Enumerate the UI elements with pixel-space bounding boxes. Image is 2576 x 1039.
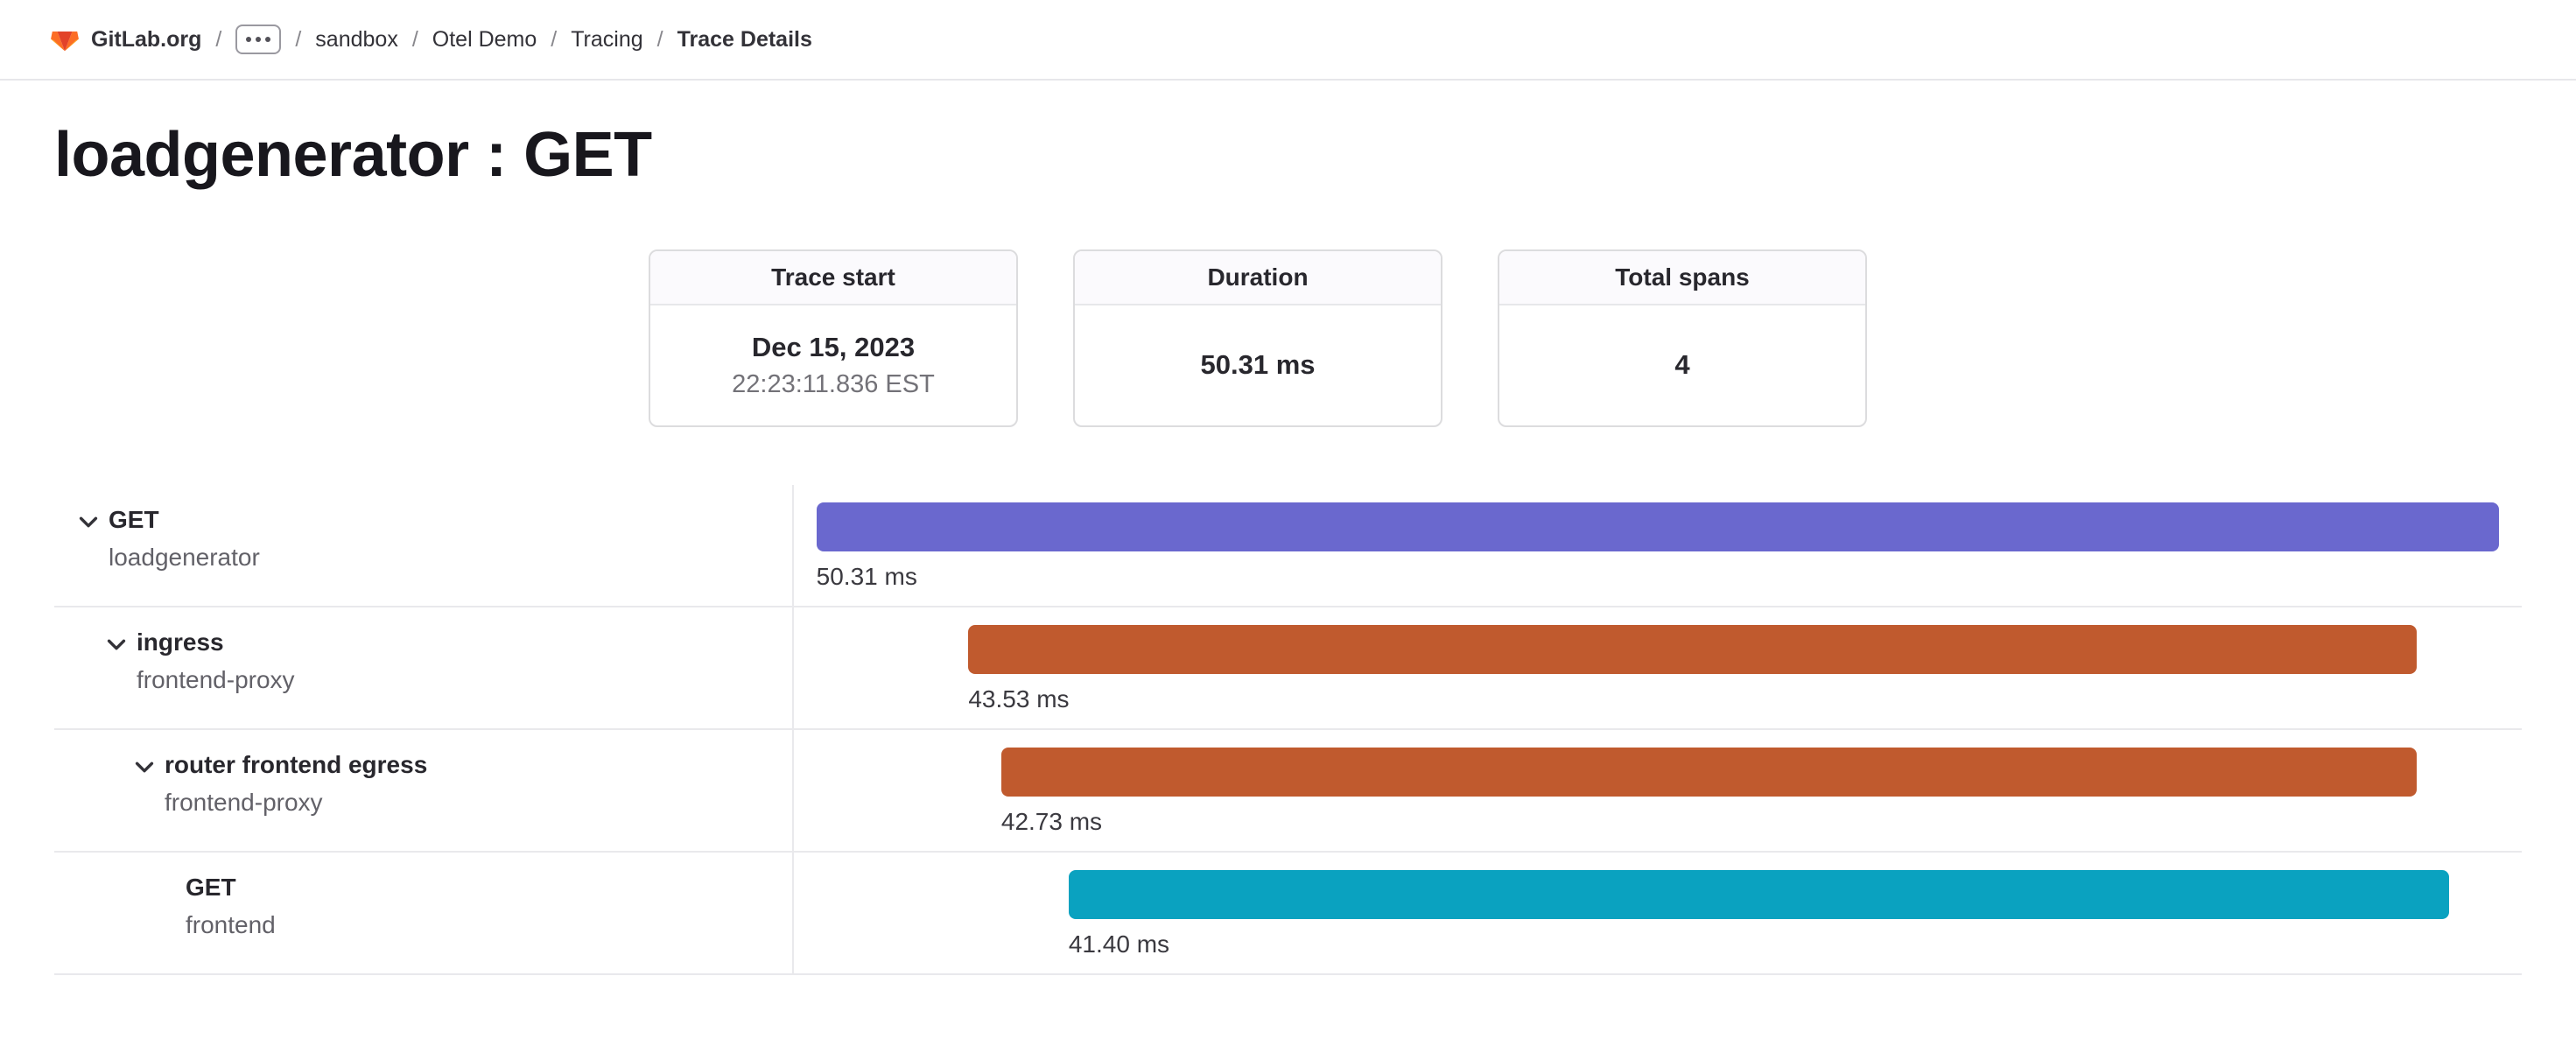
span-duration-bar[interactable]	[817, 502, 2500, 551]
breadcrumb-item-tracing[interactable]: Tracing	[571, 27, 642, 53]
span-row: ingress frontend-proxy 43.53 ms	[54, 607, 2522, 730]
card-title: Trace start	[650, 251, 1016, 305]
span-duration-label: 42.73 ms	[1001, 808, 2417, 836]
duration-card: Duration 50.31 ms	[1073, 249, 1442, 427]
card-title: Total spans	[1499, 251, 1865, 305]
gitlab-tanuki-logo-icon	[49, 24, 81, 55]
span-operation: router frontend egress	[165, 751, 427, 779]
span-service: frontend	[186, 911, 276, 939]
span-row: GET loadgenerator 50.31 ms	[54, 485, 2522, 607]
breadcrumb: GitLab.org / / sandbox / Otel Demo / Tra…	[49, 24, 812, 55]
breadcrumb-item-sandbox[interactable]: sandbox	[315, 27, 398, 53]
chevron-down-icon[interactable]	[75, 509, 102, 535]
breadcrumb-item-trace-details: Trace Details	[677, 27, 812, 53]
span-duration-label: 50.31 ms	[817, 563, 2500, 591]
span-duration-label: 43.53 ms	[968, 685, 2416, 713]
span-service: loadgenerator	[109, 544, 260, 572]
ellipsis-icon	[246, 37, 251, 42]
trace-start-card: Trace start Dec 15, 2023 22:23:11.836 ES…	[649, 249, 1018, 427]
trace-start-date: Dec 15, 2023	[752, 332, 915, 363]
page-title: loadgenerator : GET	[54, 119, 2576, 192]
breadcrumb-separator: /	[412, 27, 418, 53]
duration-value: 50.31 ms	[1201, 349, 1316, 381]
span-bar-group: 50.31 ms	[817, 502, 2500, 591]
span-operation: GET	[109, 506, 260, 534]
chevron-down-icon[interactable]	[103, 631, 130, 657]
span-row: GET frontend 41.40 ms	[54, 853, 2522, 975]
trace-summary-cards: Trace start Dec 15, 2023 22:23:11.836 ES…	[649, 249, 2576, 427]
span-service: frontend-proxy	[137, 666, 295, 694]
span-operation: GET	[186, 874, 276, 902]
span-row: router frontend egress frontend-proxy 42…	[54, 730, 2522, 853]
breadcrumb-ellipsis-button[interactable]	[235, 25, 281, 54]
span-duration-bar[interactable]	[1069, 870, 2449, 919]
trace-start-time: 22:23:11.836 EST	[732, 370, 935, 399]
total-spans-value: 4	[1674, 349, 1689, 381]
breadcrumb-separator: /	[295, 27, 301, 53]
span-bar-group: 42.73 ms	[1001, 748, 2417, 836]
span-bar-group: 41.40 ms	[1069, 870, 2449, 958]
total-spans-card: Total spans 4	[1498, 249, 1867, 427]
trace-waterfall: GET loadgenerator 50.31 ms ingress front…	[54, 485, 2522, 975]
card-title: Duration	[1075, 251, 1441, 305]
span-bar-group: 43.53 ms	[968, 625, 2416, 713]
breadcrumb-label: GitLab.org	[91, 27, 201, 53]
breadcrumb-separator: /	[215, 27, 221, 53]
breadcrumb-item-gitlab-org[interactable]: GitLab.org	[49, 24, 201, 55]
ellipsis-icon	[265, 37, 270, 42]
breadcrumb-separator: /	[657, 27, 663, 53]
span-service: frontend-proxy	[165, 789, 427, 817]
chevron-down-icon[interactable]	[131, 754, 158, 780]
breadcrumb-item-otel-demo[interactable]: Otel Demo	[432, 27, 537, 53]
span-operation: ingress	[137, 628, 295, 656]
span-duration-bar[interactable]	[1001, 748, 2417, 797]
breadcrumb-separator: /	[551, 27, 557, 53]
span-duration-bar[interactable]	[968, 625, 2416, 674]
breadcrumb-bar: GitLab.org / / sandbox / Otel Demo / Tra…	[0, 0, 2576, 81]
span-duration-label: 41.40 ms	[1069, 930, 2449, 958]
ellipsis-icon	[256, 37, 261, 42]
